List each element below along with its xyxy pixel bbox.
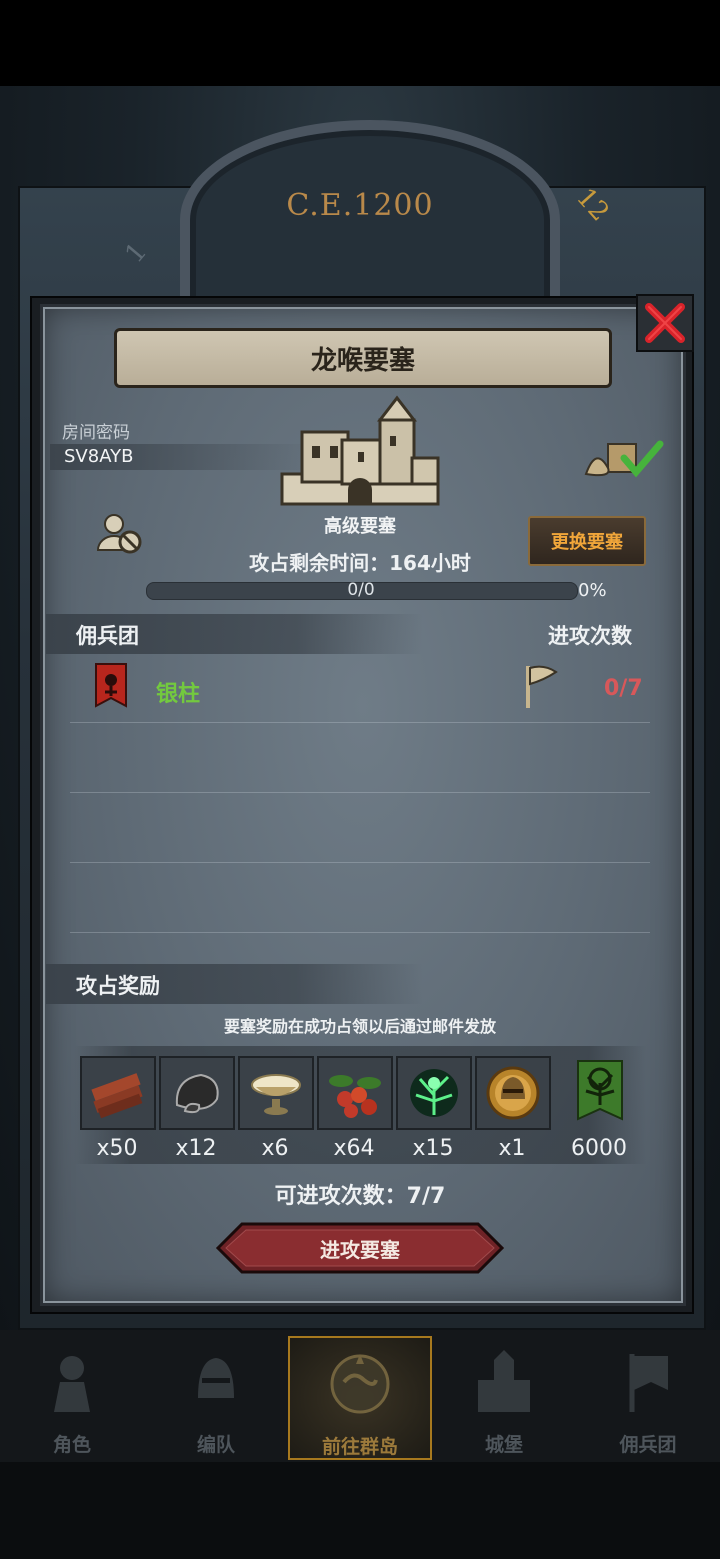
- banner-icon: [629, 1354, 668, 1412]
- nav-item-castle[interactable]: 城堡: [432, 1336, 576, 1460]
- occupy-progress-percent: 0%: [578, 580, 607, 601]
- attack-fortress-button[interactable]: 进攻要塞: [216, 1222, 504, 1274]
- guild-name[interactable]: 银柱: [156, 676, 200, 708]
- supply-check-icon[interactable]: [584, 436, 664, 482]
- bowl-icon: [251, 1074, 301, 1115]
- occupy-progress-text: 0/0: [347, 580, 375, 600]
- knight-icon: [54, 1356, 90, 1412]
- reward-qty: x15: [412, 1136, 454, 1161]
- mercenary-header-title: 佣兵团: [76, 624, 139, 648]
- no-user-icon[interactable]: [96, 510, 146, 556]
- attack-button-label: 进攻要塞: [320, 1237, 400, 1262]
- reward-item[interactable]: x50: [80, 1056, 156, 1161]
- reward-qty: 6000: [571, 1136, 627, 1161]
- reward-item[interactable]: 6000: [562, 1056, 636, 1161]
- close-icon: [645, 303, 685, 343]
- change-fortress-button[interactable]: 更换要塞: [528, 516, 646, 566]
- flag-icon: [526, 665, 558, 708]
- reward-qty: x6: [261, 1136, 289, 1161]
- guild-banner-icon: [577, 1060, 623, 1121]
- attack-count-header: 进攻次数: [548, 624, 632, 648]
- reward-item[interactable]: x15: [396, 1056, 472, 1161]
- row-divider: [70, 932, 650, 933]
- attack-attempts: 可进攻次数：7/7: [274, 1184, 446, 1209]
- dialog-title: 龙喉要塞: [114, 328, 612, 388]
- guild-crest-icon: [95, 663, 127, 708]
- reward-qty: x64: [333, 1136, 375, 1161]
- room-code-label: 房间密码: [62, 423, 130, 443]
- row-divider: [70, 792, 650, 793]
- reward-header-title: 攻占奖励: [76, 974, 160, 998]
- helmet-icon: [198, 1358, 234, 1398]
- gesture-area: [0, 1462, 720, 1559]
- reward-qty: x50: [96, 1136, 138, 1161]
- nav-item-islands[interactable]: 前往群岛: [288, 1336, 432, 1460]
- helmet-medal-icon: [486, 1066, 540, 1120]
- row-divider: [70, 862, 650, 863]
- room-code[interactable]: SV8AYB: [50, 444, 314, 470]
- wood-icon: [91, 1073, 143, 1119]
- reward-item[interactable]: x6: [238, 1056, 314, 1161]
- ore-icon: [175, 1073, 219, 1114]
- reward-item[interactable]: x1: [475, 1056, 551, 1161]
- status-area: [0, 0, 720, 86]
- guild-attack-count: 0/7: [604, 676, 643, 701]
- nav-label: 编队: [196, 1434, 235, 1456]
- close-button[interactable]: [636, 294, 694, 352]
- compass-icon: [330, 1354, 390, 1414]
- tree-spirit-icon: [410, 1069, 458, 1117]
- reward-hint: 要塞奖励在成功占领以后通过邮件发放: [223, 1017, 496, 1036]
- row-divider: [70, 722, 650, 723]
- reward-qty: x12: [175, 1136, 217, 1161]
- reward-item[interactable]: x12: [159, 1056, 235, 1161]
- nav-item-character[interactable]: 角色: [0, 1336, 144, 1460]
- reward-item[interactable]: x64: [317, 1056, 393, 1161]
- nav-item-formation[interactable]: 编队: [144, 1336, 288, 1460]
- berries-icon: [329, 1075, 381, 1118]
- nav-label: 城堡: [484, 1434, 523, 1456]
- fortress-icon: [280, 395, 440, 506]
- reward-qty: x1: [498, 1136, 526, 1161]
- castle-icon: [478, 1350, 530, 1412]
- nav-label: 佣兵团: [619, 1434, 677, 1456]
- nav-item-mercenary[interactable]: 佣兵团: [576, 1336, 720, 1460]
- nav-label: 前往群岛: [321, 1436, 398, 1458]
- nav-label: 角色: [52, 1434, 91, 1456]
